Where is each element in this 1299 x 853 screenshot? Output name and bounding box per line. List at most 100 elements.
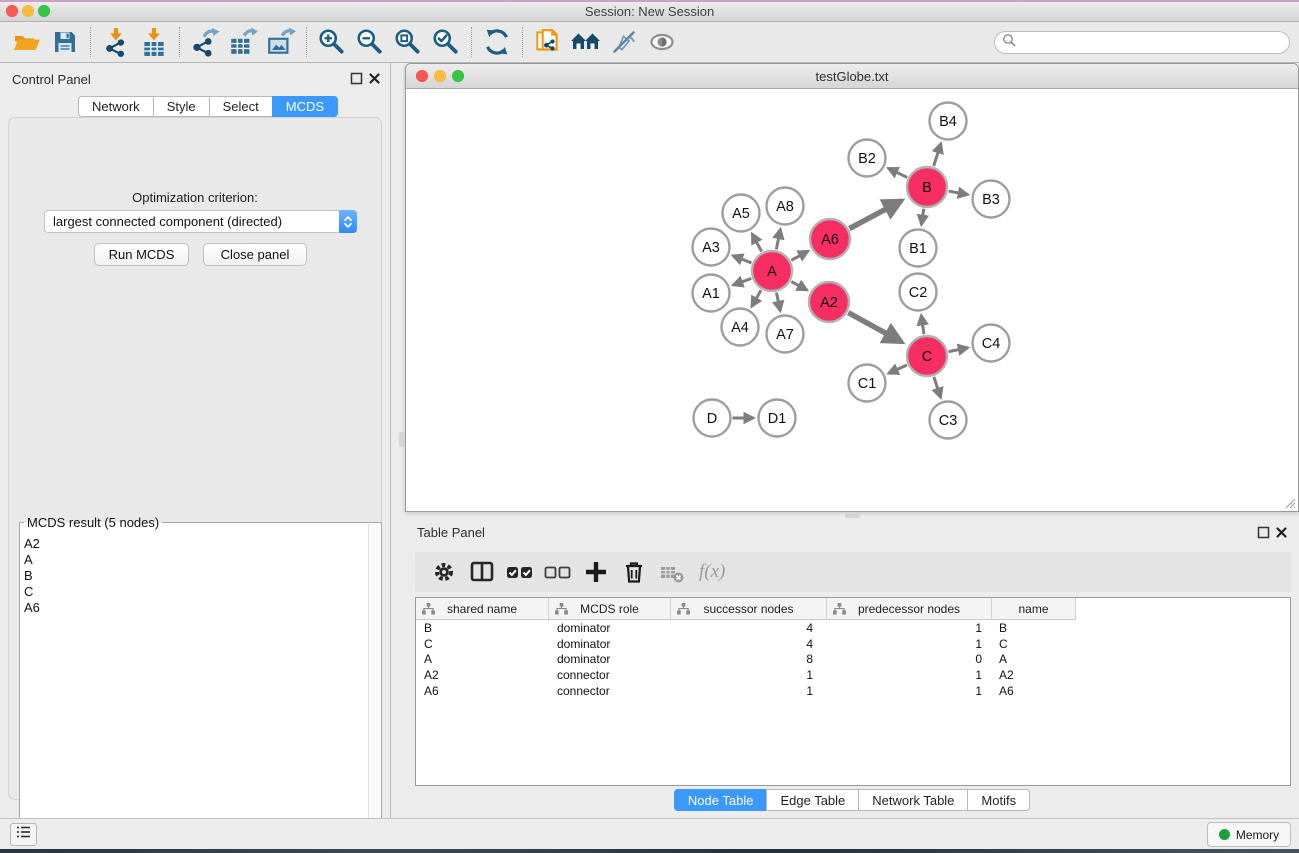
tab-network-table[interactable]: Network Table xyxy=(858,789,967,811)
table-cell[interactable]: 1 xyxy=(827,683,992,699)
column-header-successor-nodes[interactable]: successor nodes xyxy=(671,598,827,620)
tab-network[interactable]: Network xyxy=(78,96,153,117)
edge-B-B3[interactable] xyxy=(949,191,968,195)
memory-button[interactable]: Memory xyxy=(1207,822,1291,847)
table-cell[interactable]: 1 xyxy=(827,636,992,652)
network-window-titlebar[interactable]: testGlobe.txt xyxy=(406,64,1298,89)
node-A1[interactable]: A1 xyxy=(693,275,730,312)
node-B2[interactable]: B2 xyxy=(849,140,886,177)
select-all-checkboxes-icon[interactable] xyxy=(501,556,539,588)
table-cell[interactable]: dominator xyxy=(549,620,671,636)
delete-row-icon[interactable] xyxy=(615,556,653,588)
node-B[interactable]: B xyxy=(907,167,947,207)
edge-A-A1[interactable] xyxy=(733,278,751,285)
zoom-fit-icon[interactable] xyxy=(389,26,427,58)
export-image-icon[interactable] xyxy=(262,26,300,58)
home-view-icon[interactable] xyxy=(567,26,605,58)
table-row[interactable]: A2connector11A2 xyxy=(416,667,1290,683)
table-row[interactable]: Adominator80A xyxy=(416,652,1290,668)
table-cell[interactable]: connector xyxy=(549,683,671,699)
network-graph[interactable]: B4B2BB3A5A8A6B1A3AA1C2A2A4A7C4CC1C3DD1 xyxy=(406,89,1298,511)
close-panel-icon[interactable] xyxy=(368,72,381,85)
tab-motifs[interactable]: Motifs xyxy=(967,789,1030,811)
open-session-icon[interactable] xyxy=(8,26,46,58)
run-mcds-button[interactable]: Run MCDS xyxy=(94,243,189,266)
node-A4[interactable]: A4 xyxy=(722,309,759,346)
edge-A2-C[interactable] xyxy=(848,313,901,342)
import-network-icon[interactable] xyxy=(97,26,135,58)
node-C3[interactable]: C3 xyxy=(930,402,967,439)
table-cell[interactable]: A6 xyxy=(416,683,549,699)
column-header-shared-name[interactable]: shared name xyxy=(416,598,549,620)
delete-table-icon[interactable] xyxy=(653,556,691,588)
hide-annotations-icon[interactable] xyxy=(605,26,643,58)
export-table-icon[interactable] xyxy=(224,26,262,58)
edge-C-C1[interactable] xyxy=(888,365,907,373)
node-C2[interactable]: C2 xyxy=(900,274,937,311)
edge-A-A7[interactable] xyxy=(776,293,780,311)
table-cell[interactable]: 8 xyxy=(671,652,827,668)
tab-select[interactable]: Select xyxy=(209,96,272,117)
table-cell[interactable]: 1 xyxy=(827,667,992,683)
edge-A-A4[interactable] xyxy=(752,290,761,306)
column-header-mcds-role[interactable]: MCDS role xyxy=(549,598,671,620)
tab-style[interactable]: Style xyxy=(153,96,209,117)
edge-C-C4[interactable] xyxy=(949,348,968,352)
table-cell[interactable]: A6 xyxy=(992,683,1076,699)
save-session-icon[interactable] xyxy=(46,26,84,58)
table-cell[interactable]: connector xyxy=(549,667,671,683)
search-input[interactable] xyxy=(1020,36,1289,50)
unselect-all-checkboxes-icon[interactable] xyxy=(539,556,577,588)
table-cell[interactable]: C xyxy=(992,636,1076,652)
tab-edge-table[interactable]: Edge Table xyxy=(766,789,858,811)
table-cell[interactable]: A2 xyxy=(416,667,549,683)
result-item[interactable]: C xyxy=(24,584,365,600)
node-A8[interactable]: A8 xyxy=(767,188,804,225)
edge-A-A3[interactable] xyxy=(733,256,752,263)
node-A5[interactable]: A5 xyxy=(723,195,760,232)
float-table-panel-icon[interactable] xyxy=(1257,526,1270,539)
show-columns-icon[interactable] xyxy=(463,556,501,588)
tab-mcds[interactable]: MCDS xyxy=(272,96,338,117)
node-A[interactable]: A xyxy=(752,251,792,291)
table-cell[interactable]: dominator xyxy=(549,636,671,652)
node-B3[interactable]: B3 xyxy=(973,181,1010,218)
close-panel-button[interactable]: Close panel xyxy=(203,243,307,266)
edge-C-C3[interactable] xyxy=(934,377,941,398)
node-A2[interactable]: A2 xyxy=(809,282,849,322)
table-row[interactable]: Cdominator41C xyxy=(416,636,1290,652)
tab-node-table[interactable]: Node Table xyxy=(674,789,767,811)
export-network-icon[interactable] xyxy=(186,26,224,58)
result-scrollbar[interactable] xyxy=(368,524,380,853)
resize-grip[interactable] xyxy=(1282,495,1296,509)
task-history-button[interactable] xyxy=(10,823,37,846)
edge-B-B1[interactable] xyxy=(921,209,923,225)
table-cell[interactable]: 1 xyxy=(827,620,992,636)
close-table-panel-icon[interactable] xyxy=(1275,526,1288,539)
edge-B-B4[interactable] xyxy=(934,143,941,166)
edge-B-B2[interactable] xyxy=(888,168,907,177)
table-cell[interactable]: C xyxy=(416,636,549,652)
result-item[interactable]: A6 xyxy=(24,600,365,616)
edge-C-C2[interactable] xyxy=(921,315,924,334)
import-table-icon[interactable] xyxy=(135,26,173,58)
zoom-out-icon[interactable] xyxy=(351,26,389,58)
table-cell[interactable]: A xyxy=(992,652,1076,668)
node-D[interactable]: D xyxy=(694,400,731,437)
add-row-icon[interactable] xyxy=(577,556,615,588)
settings-gear-icon[interactable] xyxy=(425,556,463,588)
table-row[interactable]: Bdominator41B xyxy=(416,620,1290,636)
table-cell[interactable]: dominator xyxy=(549,652,671,668)
node-C1[interactable]: C1 xyxy=(849,365,886,402)
edge-A-A8[interactable] xyxy=(776,229,780,249)
result-item[interactable]: B xyxy=(24,568,365,584)
node-B1[interactable]: B1 xyxy=(900,230,937,267)
edge-A-A6[interactable] xyxy=(791,251,808,260)
table-cell[interactable]: A xyxy=(416,652,549,668)
node-C[interactable]: C xyxy=(907,336,947,376)
node-D1[interactable]: D1 xyxy=(759,400,796,437)
network-canvas[interactable]: B4B2BB3A5A8A6B1A3AA1C2A2A4A7C4CC1C3DD1 xyxy=(406,89,1298,511)
show-graphics-details-icon[interactable] xyxy=(643,26,681,58)
zoom-in-icon[interactable] xyxy=(313,26,351,58)
float-panel-icon[interactable] xyxy=(350,72,363,85)
